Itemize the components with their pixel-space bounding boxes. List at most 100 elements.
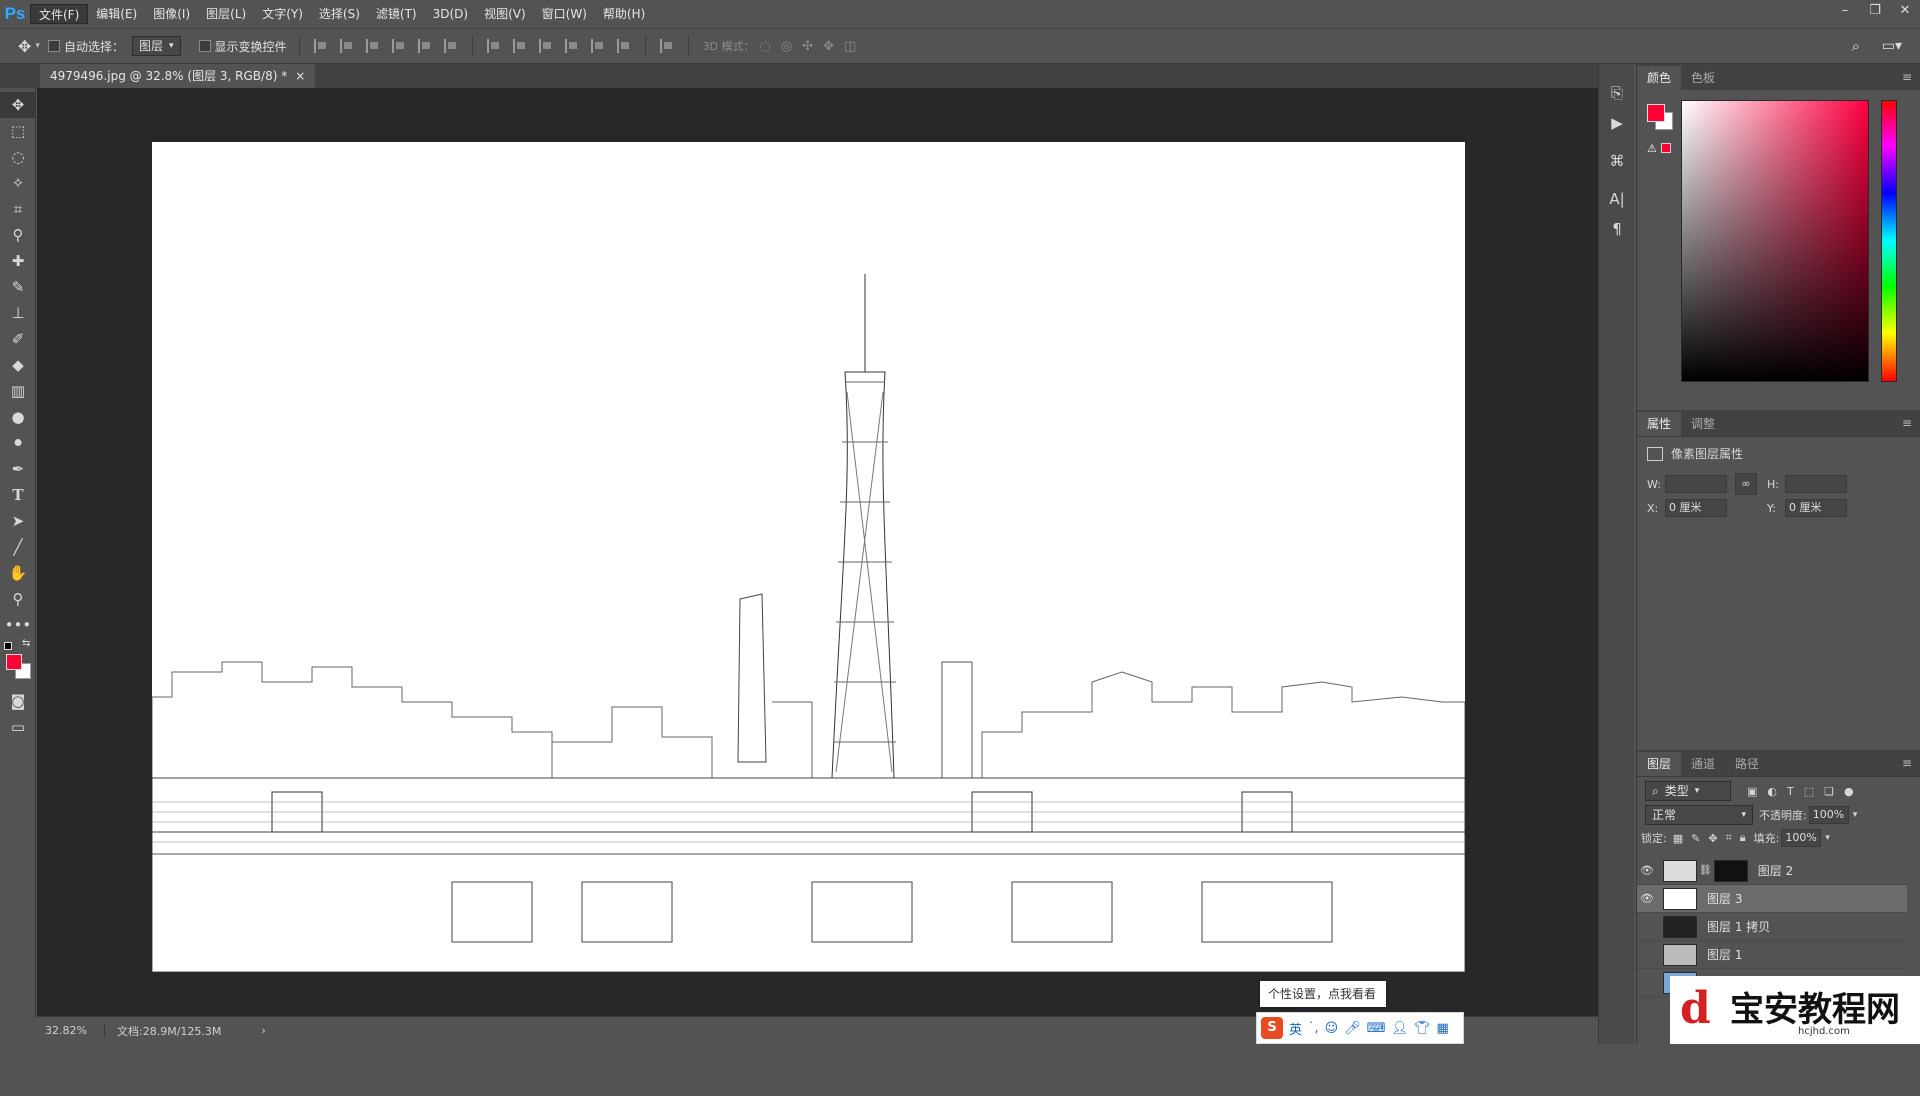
document-canvas[interactable] xyxy=(152,142,1465,972)
distribute-bottom-icon[interactable] xyxy=(538,39,553,53)
lock-position-icon[interactable]: ✥ xyxy=(1708,832,1717,845)
zoom-field[interactable]: 32.82% xyxy=(37,1024,105,1037)
character-icon[interactable]: A| xyxy=(1599,184,1635,214)
hue-slider[interactable] xyxy=(1881,100,1897,382)
auto-select-checkbox[interactable] xyxy=(47,40,60,52)
more-tools-icon[interactable]: ••• xyxy=(0,612,36,638)
filter-shape-icon[interactable]: ⬚ xyxy=(1804,785,1814,798)
scale-3d-icon[interactable]: ◫ xyxy=(844,39,856,54)
x-field[interactable]: 0 厘米 xyxy=(1665,499,1727,517)
history-icon[interactable]: ⎘ xyxy=(1599,78,1635,108)
chain-link-icon[interactable]: ⛓︎ xyxy=(1699,865,1712,876)
default-colors-icon[interactable] xyxy=(4,642,12,650)
align-right-icon[interactable] xyxy=(443,39,458,53)
zoom-tool-icon[interactable]: ⚲ xyxy=(0,586,36,612)
lock-transparent-icon[interactable]: ▦ xyxy=(1673,832,1683,845)
opacity-field[interactable]: 100% xyxy=(1808,806,1849,824)
menu-window[interactable]: 窗口(W) xyxy=(534,4,595,24)
distribute-right-icon[interactable] xyxy=(616,39,631,53)
filter-smart-icon[interactable]: ❏ xyxy=(1824,785,1834,798)
auto-align-icon[interactable] xyxy=(659,39,674,53)
move-tool-icon[interactable]: ✥ xyxy=(18,37,31,56)
lock-artboard-icon[interactable]: ⌗ xyxy=(1726,831,1732,845)
brush-tool-icon[interactable]: ✎ xyxy=(0,274,36,300)
align-top-icon[interactable] xyxy=(313,39,328,53)
pen-tool-icon[interactable]: ✒ xyxy=(0,456,36,482)
dodge-tool-icon[interactable]: ⚫ xyxy=(0,430,36,456)
menu-view[interactable]: 视图(V) xyxy=(476,4,534,24)
slide-3d-icon[interactable]: ✥ xyxy=(823,39,834,54)
layer-filter-dropdown[interactable]: ⌕ 类型 ▾ xyxy=(1645,781,1731,801)
foreground-color-swatch[interactable] xyxy=(1647,104,1665,122)
clone-stamp-tool-icon[interactable]: ⊥ xyxy=(0,300,36,326)
lock-all-icon[interactable]: 🔒︎ xyxy=(1740,831,1746,845)
layer-mask-thumbnail[interactable] xyxy=(1713,859,1748,882)
tab-properties[interactable]: 属性 xyxy=(1637,412,1682,436)
distribute-vcenter-icon[interactable] xyxy=(512,39,527,53)
gamut-color-swatch[interactable] xyxy=(1661,143,1671,153)
keyboard-icon[interactable]: ⌨ xyxy=(1367,1021,1386,1036)
align-bottom-icon[interactable] xyxy=(365,39,380,53)
filter-adjustment-icon[interactable]: ◐ xyxy=(1767,785,1777,798)
menu-file[interactable]: 文件(F) xyxy=(30,4,89,24)
punctuation-icon[interactable]: ˙, xyxy=(1308,1021,1319,1036)
fill-field[interactable]: 100% xyxy=(1781,829,1822,847)
toolbox-icon[interactable]: ▦ xyxy=(1437,1021,1449,1036)
foreground-color-swatch[interactable] xyxy=(6,654,22,670)
distribute-hcenter-icon[interactable] xyxy=(590,39,605,53)
blend-mode-dropdown[interactable]: 正常 ▾ xyxy=(1645,805,1753,825)
align-hcenter-icon[interactable] xyxy=(417,39,432,53)
show-transform-checkbox[interactable] xyxy=(198,40,211,52)
roll-3d-icon[interactable]: ◎ xyxy=(781,39,792,54)
align-vcenter-icon[interactable] xyxy=(339,39,354,53)
tab-color[interactable]: 颜色 xyxy=(1637,66,1682,90)
layer-row[interactable]: 图层 1 xyxy=(1637,941,1907,969)
menu-type[interactable]: 文字(Y) xyxy=(254,4,311,24)
swap-colors-icon[interactable]: ⇆ xyxy=(22,638,30,649)
emoji-icon[interactable]: ☺ xyxy=(1325,1021,1339,1036)
chevron-down-icon[interactable]: ▾ xyxy=(1825,833,1830,843)
restore-icon[interactable]: ❐ xyxy=(1860,0,1890,22)
menu-filter[interactable]: 滤镜(T) xyxy=(368,4,425,24)
panel-menu-icon[interactable]: ≡ xyxy=(1902,416,1912,430)
panel-menu-icon[interactable]: ≡ xyxy=(1902,756,1912,770)
document-tab[interactable]: 4979496.jpg @ 32.8% (图层 3, RGB/8) * × xyxy=(40,64,316,88)
history-brush-tool-icon[interactable]: ✐ xyxy=(0,326,36,352)
magic-wand-tool-icon[interactable]: ✧ xyxy=(0,170,36,196)
lock-paint-icon[interactable]: ✎ xyxy=(1691,832,1700,845)
menu-help[interactable]: 帮助(H) xyxy=(595,4,653,24)
gradient-tool-icon[interactable]: ▥ xyxy=(0,378,36,404)
screen-mode-icon[interactable]: ▭ xyxy=(0,714,36,740)
distribute-top-icon[interactable] xyxy=(486,39,501,53)
ime-language[interactable]: 英 xyxy=(1289,1019,1302,1038)
quick-mask-icon[interactable]: ◙ xyxy=(0,688,36,714)
line-tool-icon[interactable]: ╱ xyxy=(0,534,36,560)
pan-3d-icon[interactable]: ✣ xyxy=(802,39,813,54)
user-icon[interactable]: 👤︎ xyxy=(1392,1021,1409,1036)
panel-menu-icon[interactable]: ≡ xyxy=(1902,70,1912,84)
tab-paths[interactable]: 路径 xyxy=(1725,752,1769,776)
filter-type-icon[interactable]: T xyxy=(1787,785,1794,798)
healing-brush-tool-icon[interactable]: ✚ xyxy=(0,248,36,274)
chevron-down-icon[interactable]: ▾ xyxy=(35,41,40,51)
menu-image[interactable]: 图像(I) xyxy=(145,4,198,24)
actions-play-icon[interactable]: ▶ xyxy=(1599,108,1635,138)
ime-toolbar[interactable]: S 英 ˙, ☺ 🎤︎ ⌨ 👤︎ 👕︎ ▦ xyxy=(1256,1012,1464,1044)
crop-tool-icon[interactable]: ⌗ xyxy=(0,196,36,222)
distribute-left-icon[interactable] xyxy=(564,39,579,53)
gamut-warning-icon[interactable]: ⚠ xyxy=(1647,142,1659,155)
menu-select[interactable]: 选择(S) xyxy=(311,4,368,24)
visibility-eye-icon[interactable]: 👁︎ xyxy=(1637,892,1657,905)
blur-tool-icon[interactable]: ● xyxy=(0,404,36,430)
tab-layers[interactable]: 图层 xyxy=(1637,752,1682,776)
menu-edit[interactable]: 编辑(E) xyxy=(88,4,145,24)
search-icon[interactable]: ⌕ xyxy=(1852,37,1860,55)
menu-layer[interactable]: 图层(L) xyxy=(198,4,254,24)
paragraph-icon[interactable]: ¶ xyxy=(1599,214,1635,244)
menu-3d[interactable]: 3D(D) xyxy=(425,4,476,24)
w-field[interactable] xyxy=(1665,475,1727,493)
eraser-tool-icon[interactable]: ◆ xyxy=(0,352,36,378)
path-selection-tool-icon[interactable]: ➤ xyxy=(0,508,36,534)
layer-row[interactable]: 👁︎ ⛓︎ 图层 2 xyxy=(1637,857,1907,885)
h-field[interactable] xyxy=(1785,475,1847,493)
